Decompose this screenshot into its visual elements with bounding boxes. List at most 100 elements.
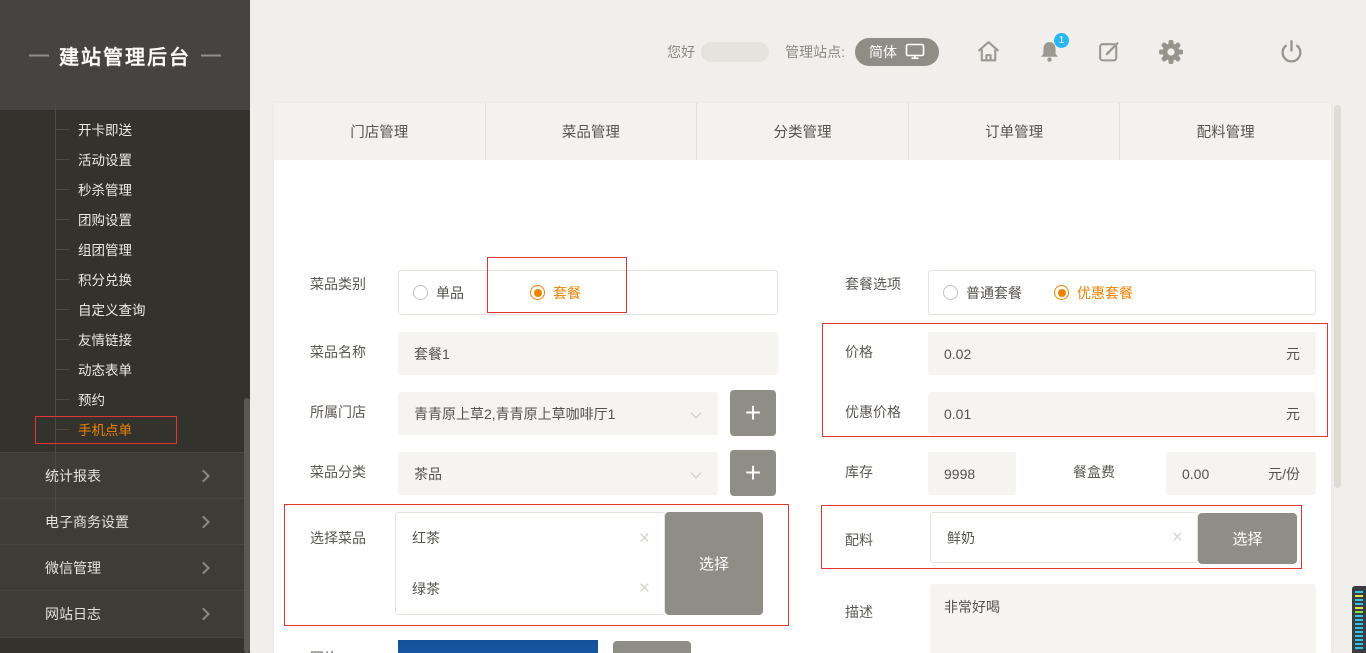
chevron-right-icon xyxy=(197,608,210,621)
sidebar-item-reservation[interactable]: 预约 xyxy=(0,384,250,414)
power-icon xyxy=(1279,39,1304,64)
sidebar-item-dynamic-form[interactable]: 动态表单 xyxy=(0,354,250,384)
sidebar-item-flash-sale[interactable]: 秒杀管理 xyxy=(0,174,250,204)
site-label: 管理站点: xyxy=(785,42,845,62)
store-select[interactable]: 青青原上草2,青青原上草咖啡厅1 xyxy=(398,392,718,435)
dish-category-group: 单品 套餐 xyxy=(398,270,778,315)
select-ingredient-button[interactable]: 选择 xyxy=(1198,513,1297,564)
settings-button[interactable] xyxy=(1158,39,1184,65)
widget-stripe-yellow xyxy=(1355,595,1363,597)
notifications-button[interactable]: 1 xyxy=(1038,40,1061,63)
sidebar-submenu: 开卡即送 活动设置 秒杀管理 团购设置 组团管理 积分兑换 自定义查询 友情链接… xyxy=(0,110,250,444)
title-dash-left: — xyxy=(29,44,49,67)
tab-dish-management[interactable]: 菜品管理 xyxy=(485,103,697,160)
stock-label: 库存 xyxy=(845,464,873,480)
sidebar-section-site-log[interactable]: 网站日志 xyxy=(0,591,250,637)
language-button[interactable]: 简体 xyxy=(855,38,939,66)
remove-dish-icon[interactable]: × xyxy=(639,529,664,548)
selected-dish-row: 红茶 × xyxy=(395,512,665,564)
tab-order-management[interactable]: 订单管理 xyxy=(908,103,1120,160)
edit-icon xyxy=(1097,39,1122,64)
sidebar-section-statistics[interactable]: 统计报表 xyxy=(0,453,250,499)
home-button[interactable] xyxy=(975,38,1002,65)
sidebar-item-friend-links[interactable]: 友情链接 xyxy=(0,324,250,354)
sidebar-item-activity-settings[interactable]: 活动设置 xyxy=(0,144,250,174)
chevron-down-icon xyxy=(690,467,701,478)
sidebar-item-group-manage[interactable]: 组团管理 xyxy=(0,234,250,264)
monitor-icon xyxy=(905,43,925,60)
dish-name-input[interactable]: 套餐1 xyxy=(398,332,778,375)
radio-single-item[interactable] xyxy=(413,285,428,300)
sidebar-item-card-gift[interactable]: 开卡即送 xyxy=(0,114,250,144)
notification-badge: 1 xyxy=(1054,33,1069,48)
dish-name-label: 菜品名称 xyxy=(310,344,366,360)
description-label: 描述 xyxy=(845,604,873,620)
store-label: 所属门店 xyxy=(310,404,366,420)
dish-category-label: 菜品类别 xyxy=(310,276,366,292)
sidebar-section-wechat[interactable]: 微信管理 xyxy=(0,545,250,591)
title-dash-right: — xyxy=(201,44,221,67)
dish-form: 菜品类别 单品 套餐 套餐选项 普通套餐 优惠套餐 菜品名称 套餐1 价格 0.… xyxy=(274,160,1331,653)
price-input[interactable]: 0.02 元 xyxy=(928,332,1316,375)
discount-price-unit: 元 xyxy=(1286,404,1300,424)
add-class-button[interactable]: + xyxy=(730,450,776,496)
add-store-button[interactable]: + xyxy=(730,390,776,436)
tab-store-management[interactable]: 门店管理 xyxy=(274,103,485,160)
username-redacted xyxy=(701,42,769,62)
apps-button[interactable] xyxy=(1220,40,1243,63)
dish-image-thumbnail xyxy=(398,640,598,653)
box-fee-label: 餐盒费 xyxy=(1073,464,1115,480)
radio-combo-label: 套餐 xyxy=(553,283,581,303)
page-scrollbar[interactable] xyxy=(1334,105,1341,488)
radio-single-item-label: 单品 xyxy=(436,283,464,303)
corner-widget[interactable] xyxy=(1352,586,1366,653)
dish-class-select[interactable]: 茶品 xyxy=(398,452,718,495)
box-fee-unit: 元/份 xyxy=(1268,464,1300,484)
sidebar-section-ecommerce[interactable]: 电子商务设置 xyxy=(0,499,250,545)
sidebar-item-points-exchange[interactable]: 积分兑换 xyxy=(0,264,250,294)
remove-ingredient-icon[interactable]: × xyxy=(1172,528,1197,547)
logout-button[interactable] xyxy=(1279,39,1304,64)
remove-dish-icon[interactable]: × xyxy=(639,579,664,598)
chevron-down-icon xyxy=(690,407,701,418)
discount-price-label: 优惠价格 xyxy=(845,404,901,420)
ingredient-row: 鲜奶 × xyxy=(930,512,1198,563)
edit-button[interactable] xyxy=(1097,39,1122,64)
sidebar-scrollbar[interactable] xyxy=(244,398,250,653)
home-icon xyxy=(975,38,1002,65)
chevron-right-icon xyxy=(197,561,210,574)
widget-stripe-yellow xyxy=(1355,607,1363,609)
select-dishes-label: 选择菜品 xyxy=(310,530,366,546)
radio-normal-combo-label: 普通套餐 xyxy=(966,283,1022,303)
discount-price-input[interactable]: 0.01 元 xyxy=(928,392,1316,435)
chevron-right-icon xyxy=(197,469,210,482)
price-unit: 元 xyxy=(1286,344,1300,364)
description-textarea[interactable]: 非常好喝 xyxy=(930,584,1316,653)
sidebar-item-group-buy[interactable]: 团购设置 xyxy=(0,204,250,234)
chevron-right-icon xyxy=(197,515,210,528)
sidebar-sections: 统计报表 电子商务设置 微信管理 网站日志 xyxy=(0,452,250,638)
top-header: 您好 管理站点: 简体 1 xyxy=(250,0,1366,103)
selected-dish-row: 绿茶 × xyxy=(395,563,665,615)
radio-normal-combo[interactable] xyxy=(943,285,958,300)
combo-option-group: 普通套餐 优惠套餐 xyxy=(928,270,1316,315)
tab-bar: 门店管理 菜品管理 分类管理 订单管理 配料管理 xyxy=(274,103,1331,160)
sidebar-item-mobile-order[interactable]: 手机点单 xyxy=(0,414,250,444)
select-dishes-button[interactable]: 选择 xyxy=(665,512,763,615)
tab-ingredient-management[interactable]: 配料管理 xyxy=(1119,103,1331,160)
sidebar-item-custom-query[interactable]: 自定义查询 xyxy=(0,294,250,324)
sidebar-header: — 建站管理后台 — xyxy=(0,0,250,110)
sidebar: — 建站管理后台 — 开卡即送 活动设置 秒杀管理 团购设置 组团管理 积分兑换… xyxy=(0,0,250,653)
select-image-button[interactable]: 选择图片 xyxy=(613,641,691,653)
radio-combo[interactable] xyxy=(530,285,545,300)
app-title: 建站管理后台 xyxy=(59,41,191,70)
stock-input[interactable]: 9998 xyxy=(928,452,1016,495)
main-content-card: 门店管理 菜品管理 分类管理 订单管理 配料管理 菜品类别 单品 套餐 套餐选项… xyxy=(274,103,1331,653)
tab-category-management[interactable]: 分类管理 xyxy=(696,103,908,160)
box-fee-input[interactable]: 0.00 元/份 xyxy=(1166,452,1316,495)
radio-discount-combo-label: 优惠套餐 xyxy=(1077,283,1133,303)
gear-icon xyxy=(1158,39,1184,65)
radio-discount-combo[interactable] xyxy=(1054,285,1069,300)
price-label: 价格 xyxy=(845,344,873,360)
dish-class-label: 菜品分类 xyxy=(310,464,366,480)
